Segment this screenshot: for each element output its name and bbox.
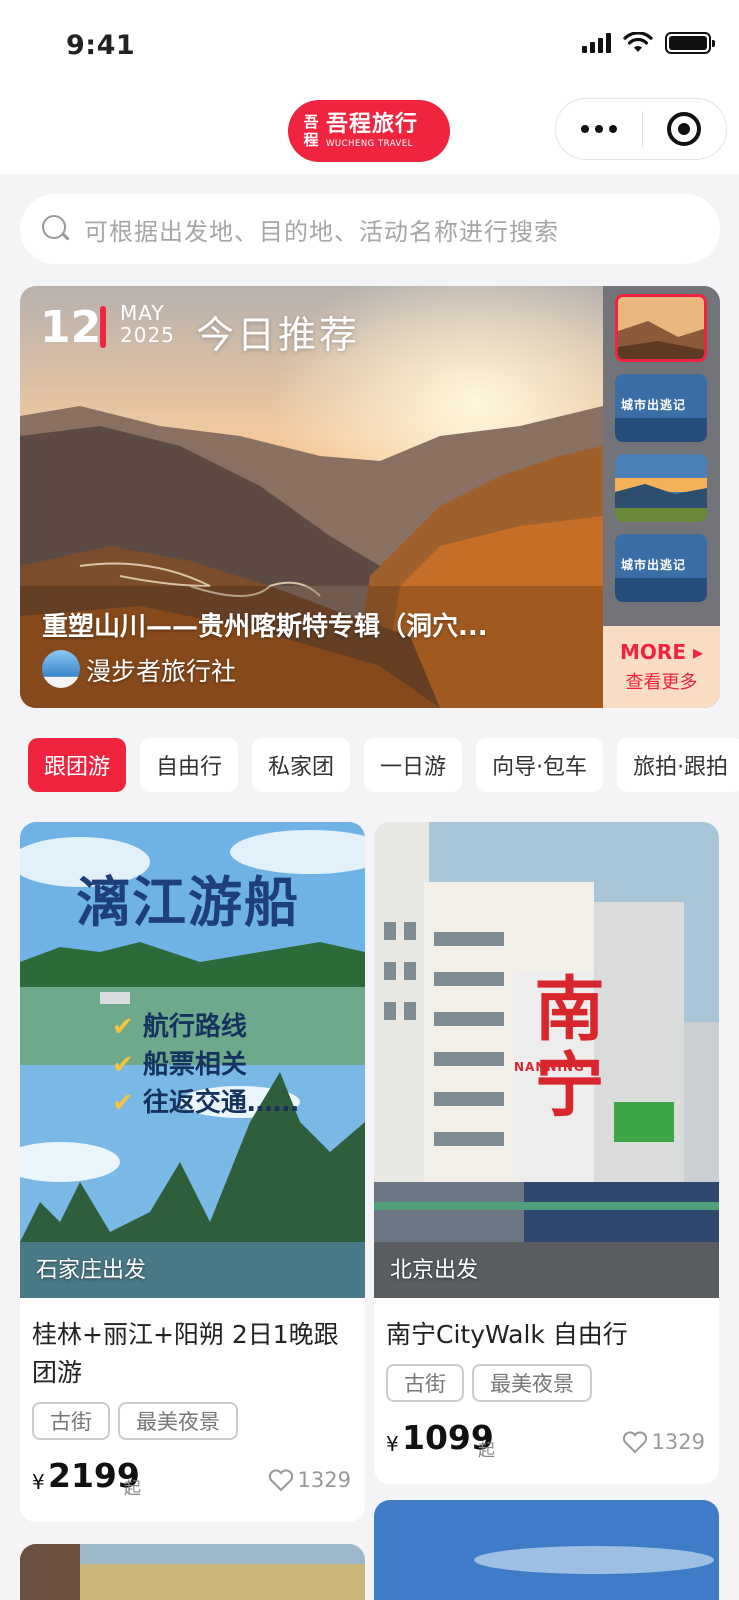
daily-recommendation-banner[interactable]: 12 MAY 2025 今日推荐 重塑山川——贵州喀斯特专辑（洞穴... 漫步者… — [20, 286, 720, 708]
logo-mark: 吾程 — [303, 113, 319, 149]
banner-date-year: 2025 — [120, 323, 175, 347]
banner-thumbnail-2[interactable]: 城市出逃记 — [615, 374, 707, 442]
price-row: ¥ 1099 起 1329 — [374, 1402, 719, 1484]
search-input[interactable]: 可根据出发地、目的地、活动名称进行搜索 — [20, 194, 720, 264]
poster-line: ✔ 往返交通…… — [112, 1088, 299, 1118]
price-row: ¥ 2199 起 1329 — [20, 1440, 365, 1522]
more-options-icon[interactable] — [556, 125, 642, 133]
status-time: 9:41 — [66, 30, 136, 61]
poster-line: ✔ 船票相关 — [112, 1050, 247, 1080]
product-title[interactable]: 南宁CityWalk 自由行 — [374, 1298, 719, 1354]
product-card[interactable]: 漓江游船 ✔ 航行路线 ✔ 船票相关 ✔ 往返交通…… 石家庄出发 桂林+丽江+… — [20, 822, 365, 1522]
product-card-partial[interactable] — [20, 1544, 365, 1600]
like-count: 1329 — [651, 1430, 705, 1454]
poster-line: ✔ 航行路线 — [112, 1012, 247, 1042]
poster-title: 南宁 — [523, 972, 605, 1124]
checkmark-icon: ✔ — [112, 1088, 134, 1118]
like-count: 1329 — [297, 1468, 351, 1492]
banner-thumbnail-3[interactable] — [615, 454, 707, 522]
departure-city: 北京出发 — [390, 1258, 479, 1283]
app-logo: 吾程 吾程旅行 WUCHENG TRAVEL — [288, 100, 450, 162]
search-icon — [40, 213, 72, 245]
tag: 最美夜景 — [472, 1364, 592, 1402]
nav-bar: 吾程 吾程旅行 WUCHENG TRAVEL — [0, 92, 739, 174]
close-miniprogram-button[interactable] — [643, 112, 727, 146]
cellular-signal-icon — [582, 33, 611, 53]
banner-thumbnail-1[interactable] — [615, 294, 707, 362]
product-image — [20, 1544, 365, 1600]
tag: 古街 — [32, 1402, 110, 1440]
heart-icon — [268, 1469, 293, 1492]
status-bar: 9:41 — [0, 0, 739, 92]
miniprogram-capsule — [555, 98, 727, 160]
banner-thumbnail-list: 城市出逃记 城市出逃记 MORE ▸ 查看更多 — [603, 286, 720, 708]
tab-travel-photography[interactable]: 旅拍·跟拍 — [617, 738, 739, 792]
product-image[interactable]: 漓江游船 ✔ 航行路线 ✔ 船票相关 ✔ 往返交通…… 石家庄出发 — [20, 822, 365, 1298]
like-button[interactable]: 1329 — [622, 1430, 705, 1454]
wifi-icon — [623, 32, 653, 52]
departure-city: 石家庄出发 — [36, 1258, 147, 1283]
target-icon — [667, 112, 702, 146]
more-label: MORE ▸ — [620, 640, 703, 664]
banner-heading: 今日推荐 — [196, 313, 361, 357]
logo-subtitle: WUCHENG TRAVEL — [326, 139, 413, 149]
banner-date-month: MAY — [120, 301, 165, 325]
tab-group-tour[interactable]: 跟团游 — [28, 738, 127, 792]
tag: 最美夜景 — [118, 1402, 238, 1440]
product-card-partial[interactable] — [374, 1500, 719, 1600]
poster-title: 漓江游船 — [76, 871, 300, 934]
product-tags: 古街 最美夜景 — [20, 1392, 365, 1440]
tab-day-trip[interactable]: 一日游 — [364, 738, 463, 792]
banner-main-image[interactable]: 12 MAY 2025 今日推荐 重塑山川——贵州喀斯特专辑（洞穴... 漫步者… — [20, 286, 603, 708]
tag: 古街 — [386, 1364, 464, 1402]
date-divider — [100, 306, 106, 348]
status-icons — [582, 32, 715, 54]
battery-icon — [665, 32, 715, 54]
banner-date-day: 12 — [40, 302, 102, 353]
poster-checklist: ✔ 航行路线 ✔ 船票相关 ✔ 往返交通…… — [112, 1008, 299, 1122]
checkmark-icon: ✔ — [112, 1050, 134, 1080]
heart-icon — [622, 1431, 647, 1454]
product-tags: 古街 最美夜景 — [374, 1354, 719, 1402]
tab-independent-travel[interactable]: 自由行 — [140, 738, 239, 792]
like-button[interactable]: 1329 — [268, 1468, 351, 1492]
checkmark-icon: ✔ — [112, 1012, 134, 1042]
logo-name: 吾程旅行 — [326, 112, 419, 137]
agency-avatar — [42, 650, 80, 688]
more-subtitle: 查看更多 — [625, 672, 698, 693]
product-image — [374, 1500, 719, 1600]
price-currency: ¥ — [386, 1432, 399, 1456]
price-currency: ¥ — [32, 1470, 45, 1494]
thumbnail-caption: 城市出逃记 — [621, 558, 687, 572]
product-image[interactable]: 南宁 NANNING 北京出发 — [374, 822, 719, 1298]
category-tabs: 跟团游 自由行 私家团 一日游 向导·包车 旅拍·跟拍 — [28, 738, 739, 794]
price-suffix: 起 — [124, 1479, 141, 1499]
see-more-button[interactable]: MORE ▸ 查看更多 — [603, 626, 720, 708]
search-placeholder: 可根据出发地、目的地、活动名称进行搜索 — [84, 217, 559, 246]
thumbnail-caption: 城市出逃记 — [621, 398, 687, 412]
agency-name[interactable]: 漫步者旅行社 — [86, 652, 236, 688]
banner-title[interactable]: 重塑山川——贵州喀斯特专辑（洞穴... — [42, 606, 572, 643]
banner-thumbnail-4[interactable]: 城市出逃记 — [615, 534, 707, 602]
tab-private-group[interactable]: 私家团 — [252, 738, 351, 792]
tab-guide-charter[interactable]: 向导·包车 — [476, 738, 604, 792]
product-card[interactable]: 南宁 NANNING 北京出发 南宁CityWalk 自由行 古街 最美夜景 ¥… — [374, 822, 719, 1484]
price-suffix: 起 — [478, 1441, 495, 1461]
poster-subtitle: NANNING — [514, 1060, 585, 1074]
product-title[interactable]: 桂林+丽江+阳朔 2日1晚跟团游 — [20, 1298, 365, 1392]
